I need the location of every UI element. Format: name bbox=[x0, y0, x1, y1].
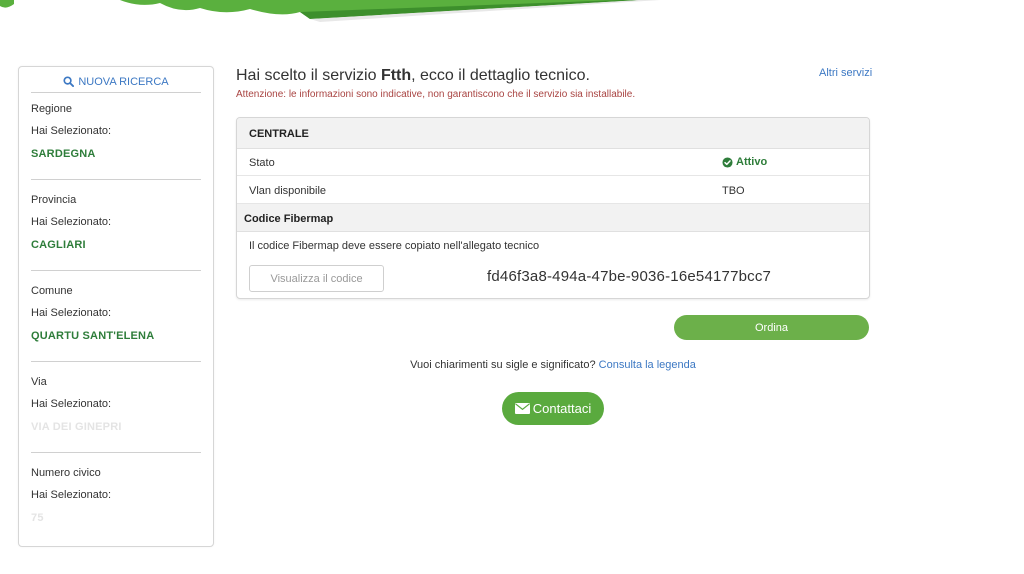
technical-detail-panel: CENTRALE Stato Attivo Vlan disponibile T… bbox=[236, 117, 870, 299]
new-search-label: NUOVA RICERCA bbox=[78, 75, 169, 88]
service-name: Ftth bbox=[380, 67, 412, 84]
panel-heading: CENTRALE bbox=[237, 118, 869, 149]
fibermap-note: Il codice Fibermap deve essere copiato n… bbox=[249, 240, 540, 252]
header-banner bbox=[0, 0, 660, 22]
filter-label: Numero civico bbox=[31, 467, 101, 479]
detail-value: TBO bbox=[722, 185, 745, 197]
legend-link[interactable]: Consulta la legenda bbox=[599, 359, 696, 371]
page-title: Hai scelto il servizio Ftth, ecco il det… bbox=[236, 67, 590, 85]
status-value: Attivo bbox=[736, 156, 768, 168]
filter-selected-label: Hai Selezionato: bbox=[31, 489, 112, 501]
contact-label: Contattaci bbox=[532, 401, 592, 416]
legend-question: Vuoi chiarimenti su sigle e significato? bbox=[410, 359, 596, 371]
filter-value: VIA DEI GINEPRI bbox=[31, 421, 122, 433]
divider bbox=[31, 361, 201, 362]
filter-selected-label: Hai Selezionato: bbox=[31, 398, 112, 410]
filter-value: 75 bbox=[31, 512, 44, 524]
status-badge: Attivo bbox=[722, 156, 767, 168]
detail-row-vlan: Vlan disponibile TBO bbox=[237, 177, 869, 204]
filter-value: SARDEGNA bbox=[31, 148, 96, 160]
filter-label: Via bbox=[31, 376, 47, 388]
order-button[interactable]: Ordina bbox=[674, 315, 869, 340]
filter-selected-label: Hai Selezionato: bbox=[31, 307, 112, 319]
other-services-link[interactable]: Altri servizi bbox=[819, 67, 872, 79]
fibermap-heading: Codice Fibermap bbox=[237, 204, 869, 232]
filter-label: Provincia bbox=[31, 194, 77, 206]
filter-selected-label: Hai Selezionato: bbox=[31, 125, 112, 137]
check-circle-icon bbox=[722, 156, 733, 168]
disclaimer-text: Attenzione: le informazioni sono indicat… bbox=[236, 89, 636, 100]
filter-label: Comune bbox=[31, 285, 73, 297]
title-prefix: Hai scelto il servizio bbox=[236, 67, 381, 84]
fibermap-code: fd46f3a8-494a-47be-9036-16e54177bcc7 bbox=[487, 268, 772, 285]
filter-selected-label: Hai Selezionato: bbox=[31, 216, 112, 228]
divider bbox=[31, 452, 201, 453]
detail-key: Stato bbox=[249, 157, 275, 169]
divider bbox=[31, 270, 201, 271]
detail-key: Vlan disponibile bbox=[249, 185, 327, 197]
search-sidebar: NUOVA RICERCA Regione Hai Selezionato: S… bbox=[18, 66, 214, 547]
legend-prompt: Vuoi chiarimenti su sigle e significato?… bbox=[236, 359, 870, 371]
detail-row-stato: Stato Attivo bbox=[237, 149, 869, 176]
contact-button[interactable]: Contattaci bbox=[502, 392, 604, 425]
filter-label: Regione bbox=[31, 103, 72, 115]
title-suffix: , ecco il dettaglio tecnico. bbox=[411, 67, 590, 84]
filter-value: CAGLIARI bbox=[31, 239, 86, 251]
view-code-button[interactable]: Visualizza il codice bbox=[249, 265, 384, 292]
filter-value: QUARTU SANT'ELENA bbox=[31, 330, 155, 342]
envelope-icon bbox=[514, 403, 530, 414]
divider bbox=[31, 179, 201, 180]
search-icon bbox=[63, 76, 75, 87]
new-search-button[interactable]: NUOVA RICERCA bbox=[31, 71, 201, 93]
